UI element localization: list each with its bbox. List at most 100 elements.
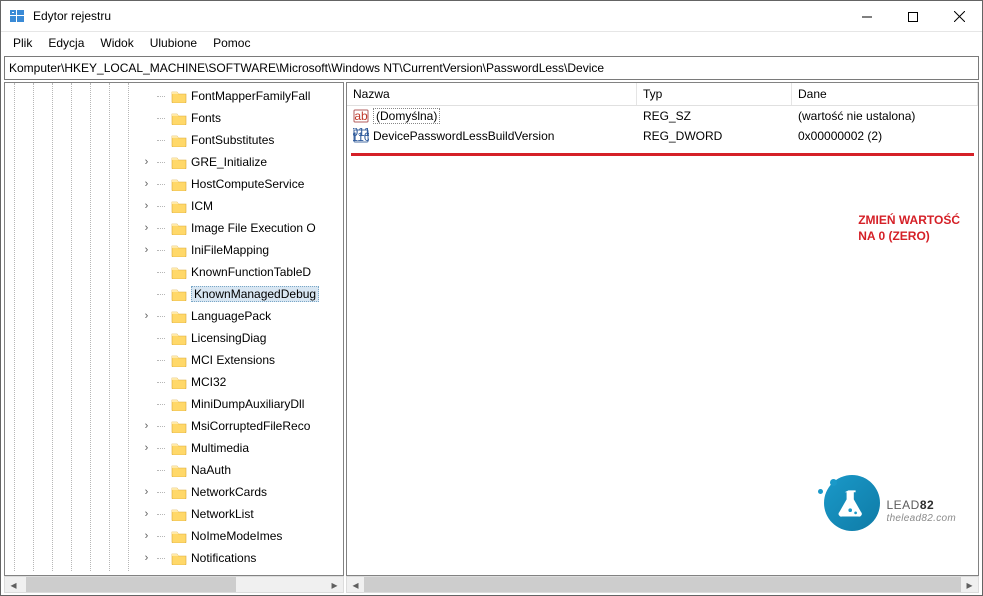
folder-icon <box>171 353 187 367</box>
folder-icon <box>171 243 187 257</box>
title-bar: Edytor rejestru <box>1 1 982 32</box>
tree-item-label: MCI Extensions <box>191 353 275 367</box>
folder-icon <box>171 89 187 103</box>
folder-icon <box>171 441 187 455</box>
annotation-underline <box>351 153 974 156</box>
menu-edit[interactable]: Edycja <box>40 34 92 52</box>
tree-item[interactable]: ·FontMapperFamilyFall <box>140 85 343 107</box>
folder-icon <box>171 331 187 345</box>
tree-pane[interactable]: ·FontMapperFamilyFall·Fonts·FontSubstitu… <box>4 82 344 576</box>
folder-icon <box>171 463 187 477</box>
address-input[interactable] <box>5 59 978 77</box>
values-scrollbar[interactable]: ◂ ▸ <box>346 576 979 593</box>
menu-file[interactable]: Plik <box>5 34 40 52</box>
maximize-button[interactable] <box>890 1 936 32</box>
value-name: DevicePasswordLessBuildVersion <box>373 129 554 143</box>
tree-item[interactable]: ›Image File Execution O <box>140 217 343 239</box>
minimize-button[interactable] <box>844 1 890 32</box>
scroll-right-icon[interactable]: ▸ <box>326 577 343 592</box>
folder-icon <box>171 221 187 235</box>
annotation-text: ZMIEŃ WARTOŚĆ NA 0 (ZERO) <box>858 212 960 244</box>
column-name[interactable]: Nazwa <box>347 83 637 105</box>
tree-item-label: FontMapperFamilyFall <box>191 89 310 103</box>
tree-item[interactable]: › HostComputeService <box>140 173 343 195</box>
tree-item-label: MsiCorruptedFileReco <box>191 419 310 433</box>
tree-item[interactable]: ·MCI Extensions <box>140 349 343 371</box>
tree-item[interactable]: ›NetworkList <box>140 503 343 525</box>
tree-item[interactable]: ›ICM <box>140 195 343 217</box>
tree-item[interactable]: ·KnownManagedDebug <box>140 283 343 305</box>
svg-text:ab: ab <box>354 109 368 123</box>
tree-item[interactable]: ·KnownFunctionTableD <box>140 261 343 283</box>
tree-item-label: NetworkCards <box>191 485 267 499</box>
expand-icon[interactable]: › <box>140 486 153 498</box>
value-name: (Domyślna) <box>373 108 440 124</box>
folder-icon <box>171 375 187 389</box>
expand-icon[interactable]: › <box>140 244 153 256</box>
tree-item[interactable]: ·FontSubstitutes <box>140 129 343 151</box>
tree-item[interactable]: ·LicensingDiag <box>140 327 343 349</box>
expand-icon[interactable]: › <box>140 508 153 520</box>
value-data: 0x00000002 (2) <box>792 129 978 143</box>
menu-favorites[interactable]: Ulubione <box>142 34 205 52</box>
tree-item[interactable]: › GRE_Initialize <box>140 151 343 173</box>
tree-item[interactable]: ›LanguagePack <box>140 305 343 327</box>
watermark-logo: LEAD82 thelead82.com <box>824 475 956 531</box>
tree-item[interactable]: ›IniFileMapping <box>140 239 343 261</box>
tree-item-label: Multimedia <box>191 441 249 455</box>
folder-icon <box>171 507 187 521</box>
tree-item-label: MCI32 <box>191 375 226 389</box>
folder-icon <box>171 551 187 565</box>
folder-icon <box>171 133 187 147</box>
values-pane[interactable]: Nazwa Typ Dane ab(Domyślna)REG_SZ(wartoś… <box>346 82 979 576</box>
column-data[interactable]: Dane <box>792 83 978 105</box>
app-icon <box>9 8 25 24</box>
tree-item[interactable]: ·Fonts <box>140 107 343 129</box>
folder-icon <box>171 529 187 543</box>
tree-item-label: FontSubstitutes <box>191 133 274 147</box>
scroll-left-icon[interactable]: ◂ <box>347 577 364 592</box>
tree-item[interactable]: ›NoImeModeImes <box>140 525 343 547</box>
tree-item-label: GRE_Initialize <box>191 155 267 169</box>
menu-help[interactable]: Pomoc <box>205 34 258 52</box>
expand-icon[interactable]: › <box>140 442 153 454</box>
scroll-right-icon[interactable]: ▸ <box>961 577 978 592</box>
window-controls <box>844 1 982 31</box>
folder-icon <box>171 111 187 125</box>
folder-icon <box>171 199 187 213</box>
menu-bar: Plik Edycja Widok Ulubione Pomoc <box>1 32 982 54</box>
string-value-icon: ab <box>353 108 369 124</box>
folder-icon <box>171 485 187 499</box>
folder-icon <box>171 265 187 279</box>
value-row[interactable]: ab(Domyślna)REG_SZ(wartość nie ustalona) <box>347 106 978 126</box>
expand-icon[interactable]: › <box>140 310 153 322</box>
tree-item[interactable]: › Notifications <box>140 547 343 569</box>
expand-icon[interactable]: › <box>140 552 153 564</box>
expand-icon[interactable]: › <box>140 530 153 542</box>
tree-item-label: Notifications <box>191 551 256 565</box>
window-title: Edytor rejestru <box>33 9 111 23</box>
tree-item[interactable]: › MsiCorruptedFileReco <box>140 415 343 437</box>
value-row[interactable]: 011110DevicePasswordLessBuildVersionREG_… <box>347 126 978 146</box>
expand-icon[interactable]: › <box>140 420 153 432</box>
value-data: (wartość nie ustalona) <box>792 109 978 123</box>
close-button[interactable] <box>936 1 982 32</box>
tree-item-label: HostComputeService <box>191 177 304 191</box>
column-type[interactable]: Typ <box>637 83 792 105</box>
expand-icon[interactable]: › <box>140 200 153 212</box>
scroll-left-icon[interactable]: ◂ <box>5 577 22 592</box>
tree-item[interactable]: ·MCI32 <box>140 371 343 393</box>
expand-icon[interactable]: › <box>140 156 153 168</box>
expand-icon[interactable]: › <box>140 222 153 234</box>
flask-icon <box>824 475 880 531</box>
tree-item[interactable]: ·NaAuth <box>140 459 343 481</box>
expand-icon[interactable]: › <box>140 178 153 190</box>
tree-item[interactable]: ·MiniDumpAuxiliaryDll <box>140 393 343 415</box>
tree-item[interactable]: › Multimedia <box>140 437 343 459</box>
tree-scrollbar[interactable]: ◂ ▸ <box>4 576 344 593</box>
tree-item-label: MiniDumpAuxiliaryDll <box>191 397 304 411</box>
menu-view[interactable]: Widok <box>92 34 141 52</box>
folder-icon <box>171 419 187 433</box>
tree-item[interactable]: › NetworkCards <box>140 481 343 503</box>
folder-icon <box>171 155 187 169</box>
